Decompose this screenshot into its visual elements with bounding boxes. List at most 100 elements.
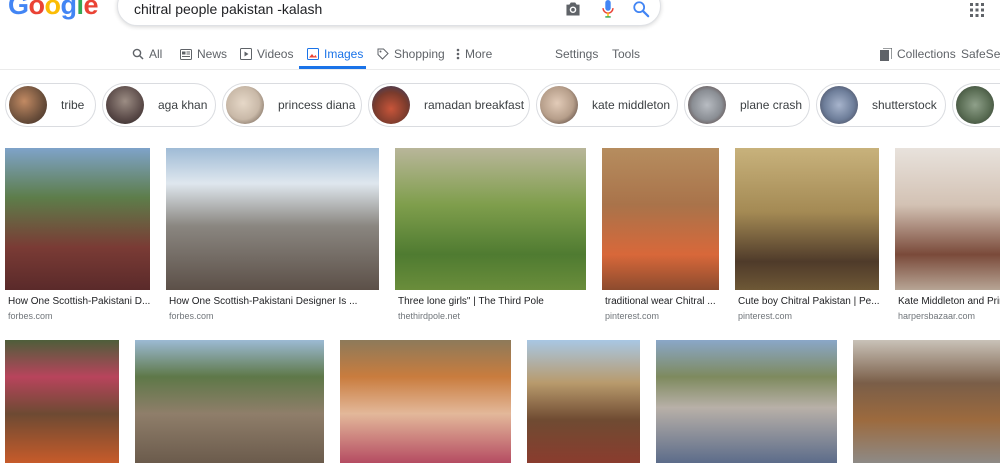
- tab-label: More: [465, 47, 493, 61]
- apps-grid-icon[interactable]: [970, 3, 984, 17]
- microphone-icon[interactable]: [601, 0, 615, 18]
- image-result[interactable]: [166, 148, 379, 290]
- header-divider: [0, 69, 1000, 70]
- search-input[interactable]: chitral people pakistan -kalash: [134, 1, 322, 17]
- image-result[interactable]: [527, 340, 640, 463]
- image-result[interactable]: [395, 148, 586, 290]
- chip-tribe[interactable]: tribe: [5, 83, 96, 127]
- logo-letter: o: [28, 0, 46, 20]
- logo-letter: e: [83, 0, 99, 20]
- image-caption[interactable]: Kate Middleton and Prin: [898, 296, 1000, 307]
- safesearch-link[interactable]: SafeSear: [961, 40, 1000, 68]
- chip-thumbnail: [688, 86, 726, 124]
- image-thumbnail: [527, 340, 640, 463]
- image-source: pinterest.com: [605, 311, 660, 321]
- image-thumbnail: [853, 340, 1000, 463]
- safesearch-label: SafeSear: [961, 47, 1000, 61]
- more-vert-icon: [456, 48, 460, 60]
- search-box[interactable]: chitral people pakistan -kalash: [117, 0, 661, 26]
- image-caption[interactable]: Three lone girls" | The Third Pole: [398, 296, 588, 307]
- tab-label: All: [149, 47, 163, 61]
- chip-ramadan-breakfast[interactable]: ramadan breakfast: [368, 83, 530, 127]
- chip-label: aga khan: [158, 98, 208, 112]
- image-thumbnail: [895, 148, 1000, 290]
- chip-more[interactable]: [952, 83, 1000, 127]
- image-icon: [307, 48, 319, 60]
- newspaper-icon: [180, 48, 192, 60]
- tab-label: Images: [324, 47, 364, 61]
- image-thumbnail: [340, 340, 511, 463]
- tab-news[interactable]: News: [180, 40, 227, 68]
- tab-images[interactable]: Images: [307, 40, 363, 68]
- google-logo[interactable]: Google: [8, 0, 99, 21]
- collections-label: Collections: [897, 47, 956, 61]
- chip-thumbnail: [372, 86, 410, 124]
- tab-all[interactable]: All: [132, 40, 162, 68]
- collections-link[interactable]: Collections: [880, 40, 956, 68]
- tab-shopping[interactable]: Shopping: [377, 40, 445, 68]
- image-thumbnail: [5, 340, 119, 463]
- chip-label: princess diana: [278, 98, 356, 112]
- image-caption[interactable]: How One Scottish-Pakistani D...: [8, 296, 153, 307]
- image-result[interactable]: [5, 340, 119, 463]
- chip-label: kate middleton: [592, 98, 671, 112]
- chip-thumbnail: [540, 86, 578, 124]
- chip-thumbnail: [226, 86, 264, 124]
- image-thumbnail: [166, 148, 379, 290]
- tab-videos[interactable]: Videos: [240, 40, 293, 68]
- bookmark-icon: [880, 47, 892, 61]
- image-source: pinterest.com: [738, 311, 793, 321]
- image-thumbnail: [602, 148, 719, 290]
- image-source: forbes.com: [8, 311, 53, 321]
- image-source: forbes.com: [169, 311, 214, 321]
- logo-letter: g: [60, 0, 78, 20]
- image-result[interactable]: [853, 340, 1000, 463]
- chip-thumbnail: [106, 86, 144, 124]
- tag-icon: [377, 48, 389, 60]
- chip-thumbnail: [820, 86, 858, 124]
- tab-label: Videos: [257, 47, 294, 61]
- chip-plane-crash[interactable]: plane crash: [684, 83, 810, 127]
- image-result[interactable]: [340, 340, 511, 463]
- image-thumbnail: [656, 340, 837, 463]
- tools-link[interactable]: Tools: [612, 40, 640, 68]
- image-result[interactable]: [735, 148, 879, 290]
- chip-aga-khan[interactable]: aga khan: [102, 83, 216, 127]
- camera-icon[interactable]: [564, 1, 582, 17]
- image-result[interactable]: [656, 340, 837, 463]
- logo-letter: o: [44, 0, 62, 20]
- search-icon: [132, 48, 144, 60]
- image-caption[interactable]: Cute boy Chitral Pakistan | Pe...: [738, 296, 880, 307]
- search-icon[interactable]: [632, 0, 650, 18]
- tools-label: Tools: [612, 47, 641, 61]
- chip-label: ramadan breakfast: [424, 98, 525, 112]
- image-result[interactable]: [602, 148, 719, 290]
- play-icon: [240, 48, 252, 60]
- image-source: thethirdpole.net: [398, 311, 461, 321]
- logo-letter: G: [8, 0, 29, 20]
- image-result[interactable]: [5, 148, 150, 290]
- chip-thumbnail: [956, 86, 994, 124]
- chip-kate-middleton[interactable]: kate middleton: [536, 83, 678, 127]
- tab-label: News: [197, 47, 228, 61]
- image-result[interactable]: [895, 148, 1000, 290]
- settings-link[interactable]: Settings: [555, 40, 598, 68]
- chip-label: tribe: [61, 98, 85, 112]
- image-thumbnail: [5, 148, 150, 290]
- image-thumbnail: [135, 340, 324, 463]
- image-result[interactable]: [135, 340, 324, 463]
- image-thumbnail: [735, 148, 879, 290]
- settings-label: Settings: [555, 47, 599, 61]
- chip-shutterstock[interactable]: shutterstock: [816, 83, 946, 127]
- logo-letter: l: [76, 0, 85, 20]
- image-caption[interactable]: traditional wear Chitral ...: [605, 296, 721, 307]
- chip-thumbnail: [9, 86, 47, 124]
- chip-label: shutterstock: [872, 98, 937, 112]
- chip-label: plane crash: [740, 98, 803, 112]
- tab-more[interactable]: More: [456, 40, 492, 68]
- image-source: harpersbazaar.com: [898, 311, 976, 321]
- chip-princess-diana[interactable]: princess diana: [222, 83, 362, 127]
- tab-label: Shopping: [394, 47, 445, 61]
- image-caption[interactable]: How One Scottish-Pakistani Designer Is .…: [169, 296, 379, 307]
- image-thumbnail: [395, 148, 586, 290]
